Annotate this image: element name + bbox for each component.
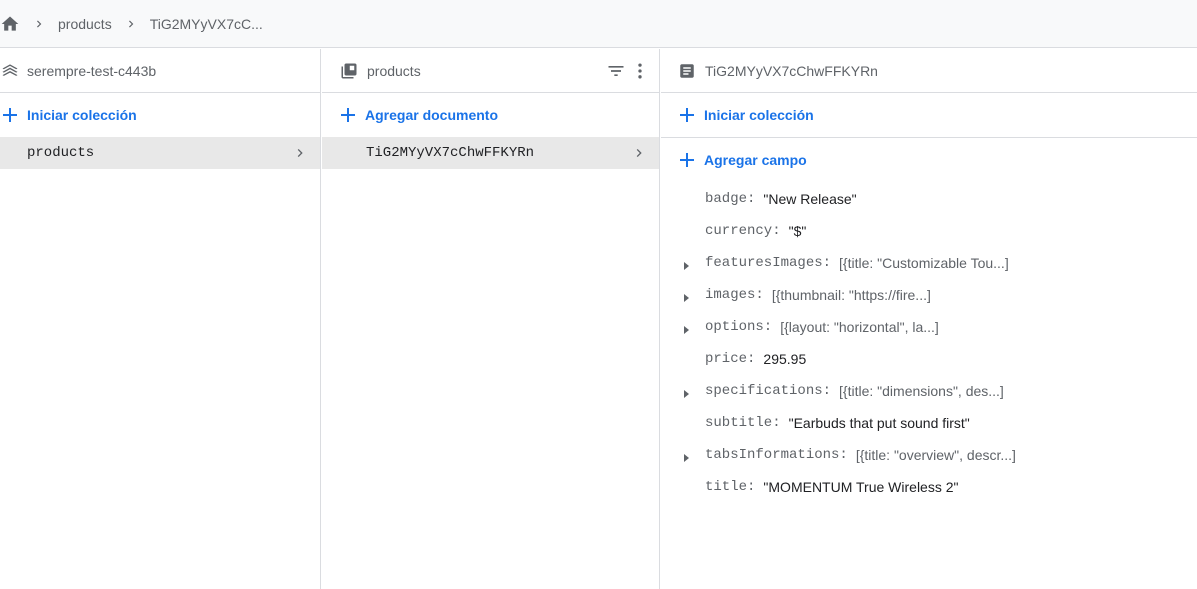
- field-list: badge: "New Release" currency: "$" featu…: [661, 182, 1197, 503]
- plus-icon: [338, 105, 358, 125]
- field-value: "MOMENTUM True Wireless 2": [763, 479, 959, 495]
- expand-triangle-icon[interactable]: [681, 450, 691, 462]
- document-icon: [677, 61, 697, 81]
- more-vert-icon[interactable]: [630, 61, 650, 81]
- breadcrumb-item-collection[interactable]: products: [58, 16, 112, 32]
- expand-triangle-icon[interactable]: [681, 386, 691, 398]
- field-row[interactable]: currency: "$": [661, 215, 1197, 247]
- field-value: [{title: "dimensions", des...]: [839, 383, 1004, 399]
- filter-icon[interactable]: [606, 61, 626, 81]
- expand-triangle-icon[interactable]: [681, 290, 691, 302]
- chevron-right-icon: [292, 145, 308, 161]
- field-row[interactable]: options: [{layout: "horizontal", la...]: [661, 311, 1197, 343]
- add-field-label: Agregar campo: [704, 152, 807, 168]
- plus-icon: [0, 105, 20, 125]
- expand-triangle-icon[interactable]: [681, 258, 691, 270]
- collection-name: products: [27, 145, 95, 161]
- project-panel-header: serempre-test-c443b: [0, 49, 320, 93]
- collection-panel: products Agregar documento TiG2MYyVX7cCh…: [322, 49, 660, 589]
- field-value: [{title: "overview", descr...]: [855, 447, 1016, 463]
- start-collection-button[interactable]: Iniciar colección: [0, 93, 320, 137]
- collection-icon: [339, 61, 359, 81]
- field-key: title:: [705, 479, 756, 495]
- collection-title: products: [367, 62, 421, 79]
- field-key: price:: [705, 351, 756, 367]
- field-value: [{title: "Customizable Tou...]: [839, 255, 1009, 271]
- field-row[interactable]: tabsInformations: [{title: "overview", d…: [661, 439, 1197, 471]
- add-document-label: Agregar documento: [365, 107, 499, 123]
- breadcrumb: products TiG2MYyVX7cC...: [0, 0, 1197, 48]
- field-value: "$": [788, 223, 807, 239]
- field-row[interactable]: price: 295.95: [661, 343, 1197, 375]
- field-key: featuresImages:: [705, 255, 832, 271]
- field-key: badge:: [705, 191, 756, 207]
- field-value: "Earbuds that put sound first": [788, 415, 970, 431]
- add-document-button[interactable]: Agregar documento: [322, 93, 659, 137]
- chevron-right-icon: [631, 145, 647, 161]
- document-id: TiG2MYyVX7cChwFFKYRn: [366, 145, 535, 161]
- field-row[interactable]: badge: "New Release": [661, 183, 1197, 215]
- field-key: images:: [705, 287, 764, 303]
- field-value: "New Release": [763, 191, 857, 207]
- field-value: [{thumbnail: "https://fire...]: [771, 287, 931, 303]
- plus-icon: [677, 150, 697, 170]
- home-icon[interactable]: [0, 14, 20, 34]
- list-item-collection[interactable]: products: [0, 137, 320, 169]
- chevron-right-icon: [124, 17, 138, 31]
- breadcrumb-item-document[interactable]: TiG2MYyVX7cC...: [150, 16, 263, 32]
- field-row[interactable]: featuresImages: [{title: "Customizable T…: [661, 247, 1197, 279]
- start-collection-label: Iniciar colección: [27, 107, 137, 123]
- collection-panel-header: products: [322, 49, 659, 93]
- project-title: serempre-test-c443b: [27, 62, 157, 79]
- field-row[interactable]: specifications: [{title: "dimensions", d…: [661, 375, 1197, 407]
- field-key: options:: [705, 319, 773, 335]
- document-title: TiG2MYyVX7cChwFFKYRn: [705, 62, 878, 79]
- list-item-document[interactable]: TiG2MYyVX7cChwFFKYRn: [322, 137, 659, 169]
- add-field-button[interactable]: Agregar campo: [661, 138, 1197, 182]
- field-row[interactable]: title: "MOMENTUM True Wireless 2": [661, 471, 1197, 503]
- field-row[interactable]: subtitle: "Earbuds that put sound first": [661, 407, 1197, 439]
- field-key: specifications:: [705, 383, 832, 399]
- chevron-right-icon: [32, 17, 46, 31]
- start-subcollection-label: Iniciar colección: [704, 107, 814, 123]
- field-key: currency:: [705, 223, 781, 239]
- start-subcollection-button[interactable]: Iniciar colección: [661, 93, 1197, 137]
- field-key: tabsInformations:: [705, 447, 848, 463]
- document-panel-header: TiG2MYyVX7cChwFFKYRn: [661, 49, 1197, 93]
- field-key: subtitle:: [705, 415, 781, 431]
- document-panel: TiG2MYyVX7cChwFFKYRn Iniciar colección A…: [661, 49, 1197, 589]
- expand-triangle-icon[interactable]: [681, 322, 691, 334]
- field-value: 295.95: [763, 351, 807, 367]
- project-panel: serempre-test-c443b Iniciar colección pr…: [0, 49, 321, 589]
- field-row[interactable]: images: [{thumbnail: "https://fire...]: [661, 279, 1197, 311]
- plus-icon: [677, 105, 697, 125]
- field-value: [{layout: "horizontal", la...]: [780, 319, 939, 335]
- firebase-project-icon: [0, 61, 20, 81]
